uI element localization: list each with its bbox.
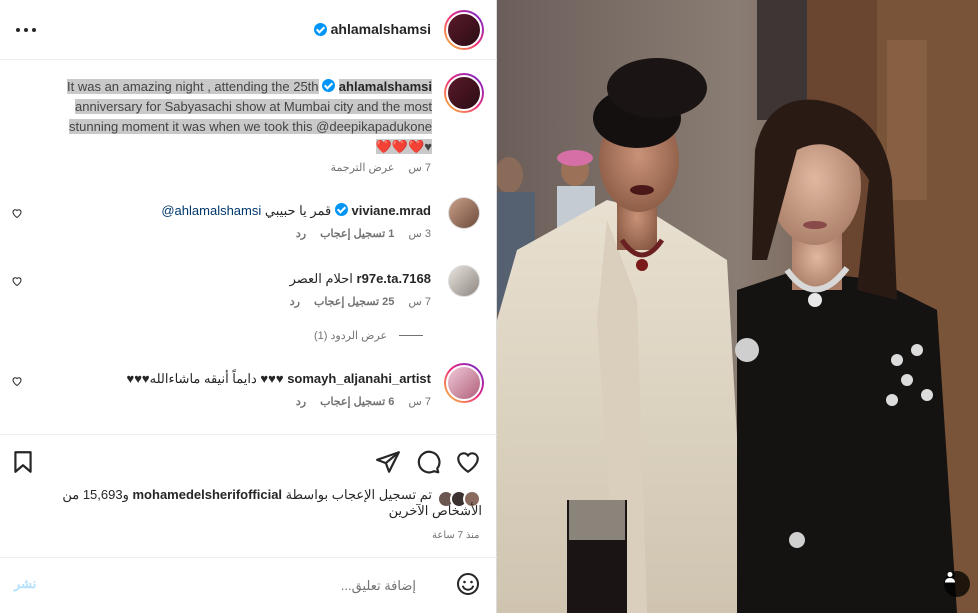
- add-comment-bar: نشر: [0, 557, 497, 613]
- comment-text: ♥♥♥دايماً أنيقه ماشاءالله ♥♥♥ somayh_alj…: [126, 371, 431, 387]
- see-translation-link[interactable]: عرض الترجمة: [331, 161, 395, 174]
- comment-item: @ahlamalshamsi قمر يا حبيبي viviane.mrad…: [0, 197, 497, 247]
- comment-icon[interactable]: [415, 449, 441, 475]
- comment-text: احلام العصر r97e.ta.7168: [290, 271, 431, 287]
- heart-icon[interactable]: [11, 275, 23, 287]
- verified-badge-icon: [313, 22, 327, 36]
- comment-time[interactable]: 3 س: [408, 227, 431, 240]
- comment-item: ♥♥♥دايماً أنيقه ماشاءالله ♥♥♥ somayh_alj…: [0, 363, 497, 413]
- likes-summary: تم تسجيل الإعجاب بواسطة mohamedelsherifo…: [24, 487, 482, 519]
- header-user[interactable]: ahlamalshamsi: [313, 21, 431, 37]
- comment-username[interactable]: somayh_aljanahi_artist: [287, 371, 431, 386]
- comment-time[interactable]: 7 س: [408, 395, 431, 408]
- comment-body: ♥♥♥دايماً أنيقه ماشاءالله ♥♥♥: [126, 371, 284, 386]
- header-username[interactable]: ahlamalshamsi: [331, 21, 431, 37]
- bookmark-icon[interactable]: [10, 449, 36, 475]
- comment-input[interactable]: [60, 574, 416, 596]
- heart-icon[interactable]: [11, 375, 23, 387]
- verified-badge-icon: [334, 203, 348, 216]
- comment-meta: 7 س 25 تسجيل إعجاب رد: [290, 295, 431, 308]
- verified-badge-icon: [322, 79, 336, 92]
- comment-time[interactable]: 7 س: [408, 295, 431, 308]
- post-details-panel: ahlamalshamsi It was an amazing night , …: [0, 0, 497, 613]
- caption-line-1: It was an amazing night , attending the …: [67, 79, 319, 94]
- post-photo-image: [497, 0, 978, 613]
- more-options-icon[interactable]: [14, 18, 38, 42]
- caption-avatar[interactable]: [444, 73, 484, 113]
- comment-item: احلام العصر r97e.ta.7168 7 س 25 تسجيل إع…: [0, 265, 497, 315]
- action-bar: [0, 434, 497, 486]
- comment-mention[interactable]: @ahlamalshamsi: [161, 203, 261, 218]
- reply-button[interactable]: رد: [296, 395, 306, 408]
- caption-line-4: ❤️❤️❤️♥: [375, 139, 432, 154]
- comment-body: قمر يا حبيبي: [264, 203, 332, 218]
- divider-line: [399, 335, 424, 336]
- post-viewer: ahlamalshamsi It was an amazing night , …: [0, 0, 978, 613]
- view-replies-button[interactable]: عرض الردود (1): [314, 329, 424, 342]
- emoji-icon[interactable]: [456, 572, 480, 596]
- caption-username[interactable]: ahlamalshamsi: [338, 79, 432, 94]
- comment-likes[interactable]: 6 تسجيل إعجاب: [320, 395, 394, 408]
- heart-icon[interactable]: [455, 449, 481, 475]
- comment-avatar[interactable]: [448, 265, 480, 297]
- comment-text: @ahlamalshamsi قمر يا حبيبي viviane.mrad: [161, 203, 431, 219]
- comment-likes[interactable]: 1 تسجيل إعجاب: [320, 227, 394, 240]
- comment-username[interactable]: r97e.ta.7168: [357, 271, 431, 286]
- post-header: ahlamalshamsi: [0, 0, 497, 60]
- post-comment-button[interactable]: نشر: [14, 576, 36, 592]
- comments-scroll-area[interactable]: It was an amazing night , attending the …: [0, 61, 497, 433]
- comment-username[interactable]: viviane.mrad: [352, 203, 432, 218]
- comment-meta: 3 س 1 تسجيل إعجاب رد: [296, 227, 431, 240]
- view-replies-label: عرض الردود (1): [314, 330, 388, 342]
- heart-icon[interactable]: [11, 207, 23, 219]
- caption-line-3: stunning moment it was when we took this…: [69, 119, 432, 134]
- comment-likes[interactable]: 25 تسجيل إعجاب: [314, 295, 394, 308]
- header-avatar[interactable]: [444, 10, 484, 50]
- caption-meta: 7 س عرض الترجمة: [331, 161, 431, 174]
- caption-time[interactable]: 7 س: [408, 161, 431, 174]
- comment-avatar[interactable]: [444, 363, 484, 403]
- caption-line-2: anniversary for Sabyasachi show at Mumba…: [75, 99, 432, 114]
- user-tag-icon[interactable]: [944, 571, 970, 597]
- share-icon[interactable]: [375, 449, 401, 475]
- post-time[interactable]: منذ 7 ساعة: [432, 530, 480, 541]
- caption: It was an amazing night , attending the …: [36, 77, 432, 157]
- comment-meta: 7 س 6 تسجيل إعجاب رد: [296, 395, 431, 408]
- comment-avatar[interactable]: [448, 197, 480, 229]
- likes-prefix: تم تسجيل الإعجاب بواسطة: [285, 487, 432, 502]
- post-photo[interactable]: [497, 0, 978, 613]
- liker-username[interactable]: mohamedelsherifofficial: [133, 487, 283, 502]
- reply-button[interactable]: رد: [290, 295, 300, 308]
- reply-button[interactable]: رد: [296, 227, 306, 240]
- comment-body: احلام العصر: [289, 271, 353, 286]
